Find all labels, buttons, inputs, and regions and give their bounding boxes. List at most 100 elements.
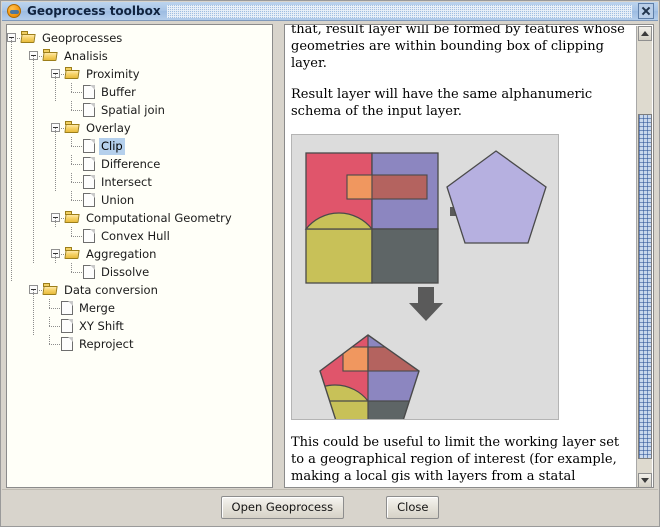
window-title: Geoprocess toolbox (27, 4, 161, 18)
tree-connector (49, 308, 60, 309)
scroll-up-arrow-icon[interactable] (638, 26, 652, 41)
tree-node-clip[interactable]: Clip (7, 137, 272, 155)
tree-connector (33, 56, 34, 263)
tree-node-reproject[interactable]: Reproject (7, 335, 272, 353)
tree-connector (71, 110, 82, 111)
file-icon (61, 319, 73, 333)
tree-connector (71, 164, 82, 165)
file-icon (83, 103, 95, 117)
tree-connector (33, 290, 34, 335)
tree-node-merge[interactable]: Merge (7, 299, 272, 317)
tree-connector (49, 317, 50, 327)
file-icon (83, 157, 95, 171)
tree-connector (71, 146, 82, 147)
tree-node-buffer[interactable]: Buffer (7, 83, 272, 101)
tree-connector (71, 83, 72, 93)
tree-node-intersect[interactable]: Intersect (7, 173, 272, 191)
folder-icon (20, 31, 37, 44)
tree-connector (11, 38, 12, 281)
documentation-panel: that, result layer will be formed by fea… (284, 24, 654, 488)
tree-node-overlay[interactable]: Overlay (7, 119, 272, 137)
close-button[interactable]: Close (386, 496, 440, 519)
geoprocess-tree: Geoprocesses Analisis Proximity Buffer Spati… (7, 25, 272, 353)
tree-connector (71, 263, 72, 273)
tree-connector (71, 173, 72, 183)
folder-icon (64, 67, 81, 80)
window-titlebar: Geoprocess toolbox (2, 2, 658, 21)
tree-node-label: Computational Geometry (86, 211, 232, 225)
tree-node-difference[interactable]: Difference (7, 155, 272, 173)
scrollbar-thumb[interactable] (638, 114, 652, 459)
globe-icon (6, 3, 22, 19)
tree-connector (55, 254, 56, 263)
clip-operation-diagram (291, 134, 559, 420)
tree-node-proximity[interactable]: Proximity (7, 65, 272, 83)
tree-node-analisis[interactable]: Analisis (7, 47, 272, 65)
tree-node-data-conversion[interactable]: Data conversion (7, 281, 272, 299)
tree-connector (49, 299, 50, 309)
tree-node-computational-geometry[interactable]: Computational Geometry (7, 209, 272, 227)
dialog-button-bar: Open Geoprocess Close (2, 489, 658, 525)
documentation-text: that, result layer will be formed by fea… (285, 25, 637, 487)
tree-node-label: Geoprocesses (42, 31, 123, 45)
tree-node-label: Clip (99, 138, 125, 155)
tree-node-xy-shift[interactable]: XY Shift (7, 317, 272, 335)
tree-connector (71, 155, 72, 165)
tree-node-label: Proximity (86, 67, 140, 81)
tree-connector (71, 227, 72, 237)
titlebar-drag-area[interactable] (166, 4, 632, 18)
folder-icon (64, 121, 81, 134)
tree-connector (55, 74, 56, 101)
tree-node-union[interactable]: Union (7, 191, 272, 209)
file-icon (83, 85, 95, 99)
tree-node-dissolve[interactable]: Dissolve (7, 263, 272, 281)
tree-node-geoprocesses[interactable]: Geoprocesses (7, 29, 272, 47)
tree-node-label: Data conversion (64, 283, 158, 297)
tree-node-label: Buffer (101, 85, 136, 99)
tree-node-convex-hull[interactable]: Convex Hull (7, 227, 272, 245)
tree-connector (71, 101, 72, 111)
tree-connector (55, 218, 56, 227)
doc-paragraph-2: Result layer will have the same alphanum… (291, 87, 593, 119)
open-geoprocess-button[interactable]: Open Geoprocess (220, 496, 345, 519)
file-icon (83, 175, 95, 189)
scroll-down-arrow-icon[interactable] (638, 473, 652, 487)
close-icon[interactable] (638, 3, 654, 19)
tree-node-spatial-join[interactable]: Spatial join (7, 101, 272, 119)
folder-icon (64, 247, 81, 260)
tree-node-label: Reproject (79, 337, 134, 351)
tree-node-label: Difference (101, 157, 161, 171)
folder-icon (64, 211, 81, 224)
tree-connector (55, 128, 56, 191)
split-divider[interactable] (274, 24, 283, 488)
down-arrow-icon (409, 287, 443, 321)
file-icon (61, 337, 73, 351)
tree-node-label: Merge (79, 301, 115, 315)
tree-node-aggregation[interactable]: Aggregation (7, 245, 272, 263)
tree-connector (49, 326, 60, 327)
doc-paragraph-1: that, result layer will be formed by fea… (291, 24, 625, 71)
tree-connector (71, 191, 72, 201)
tree-connector (71, 137, 72, 147)
tree-node-label: XY Shift (79, 319, 124, 333)
tree-node-label: Aggregation (86, 247, 157, 261)
tree-connector (71, 92, 82, 93)
tree-connector (71, 236, 82, 237)
geoprocess-tree-panel[interactable]: Geoprocesses Analisis Proximity Buffer Spati… (6, 24, 273, 488)
tree-connector (71, 200, 82, 201)
folder-icon (42, 49, 59, 62)
documentation-scrollbar[interactable] (636, 26, 652, 487)
file-icon (83, 139, 95, 153)
tree-node-label: Overlay (86, 121, 131, 135)
file-icon (83, 229, 95, 243)
tree-node-label: Intersect (101, 175, 152, 189)
tree-node-label: Dissolve (101, 265, 150, 279)
file-icon (83, 265, 95, 279)
folder-icon (42, 283, 59, 296)
tree-node-label: Spatial join (101, 103, 165, 117)
file-icon (83, 193, 95, 207)
tree-node-label: Convex Hull (101, 229, 170, 243)
file-icon (61, 301, 73, 315)
tree-connector (71, 272, 82, 273)
window-content: Geoprocesses Analisis Proximity Buffer Spati… (2, 21, 658, 491)
